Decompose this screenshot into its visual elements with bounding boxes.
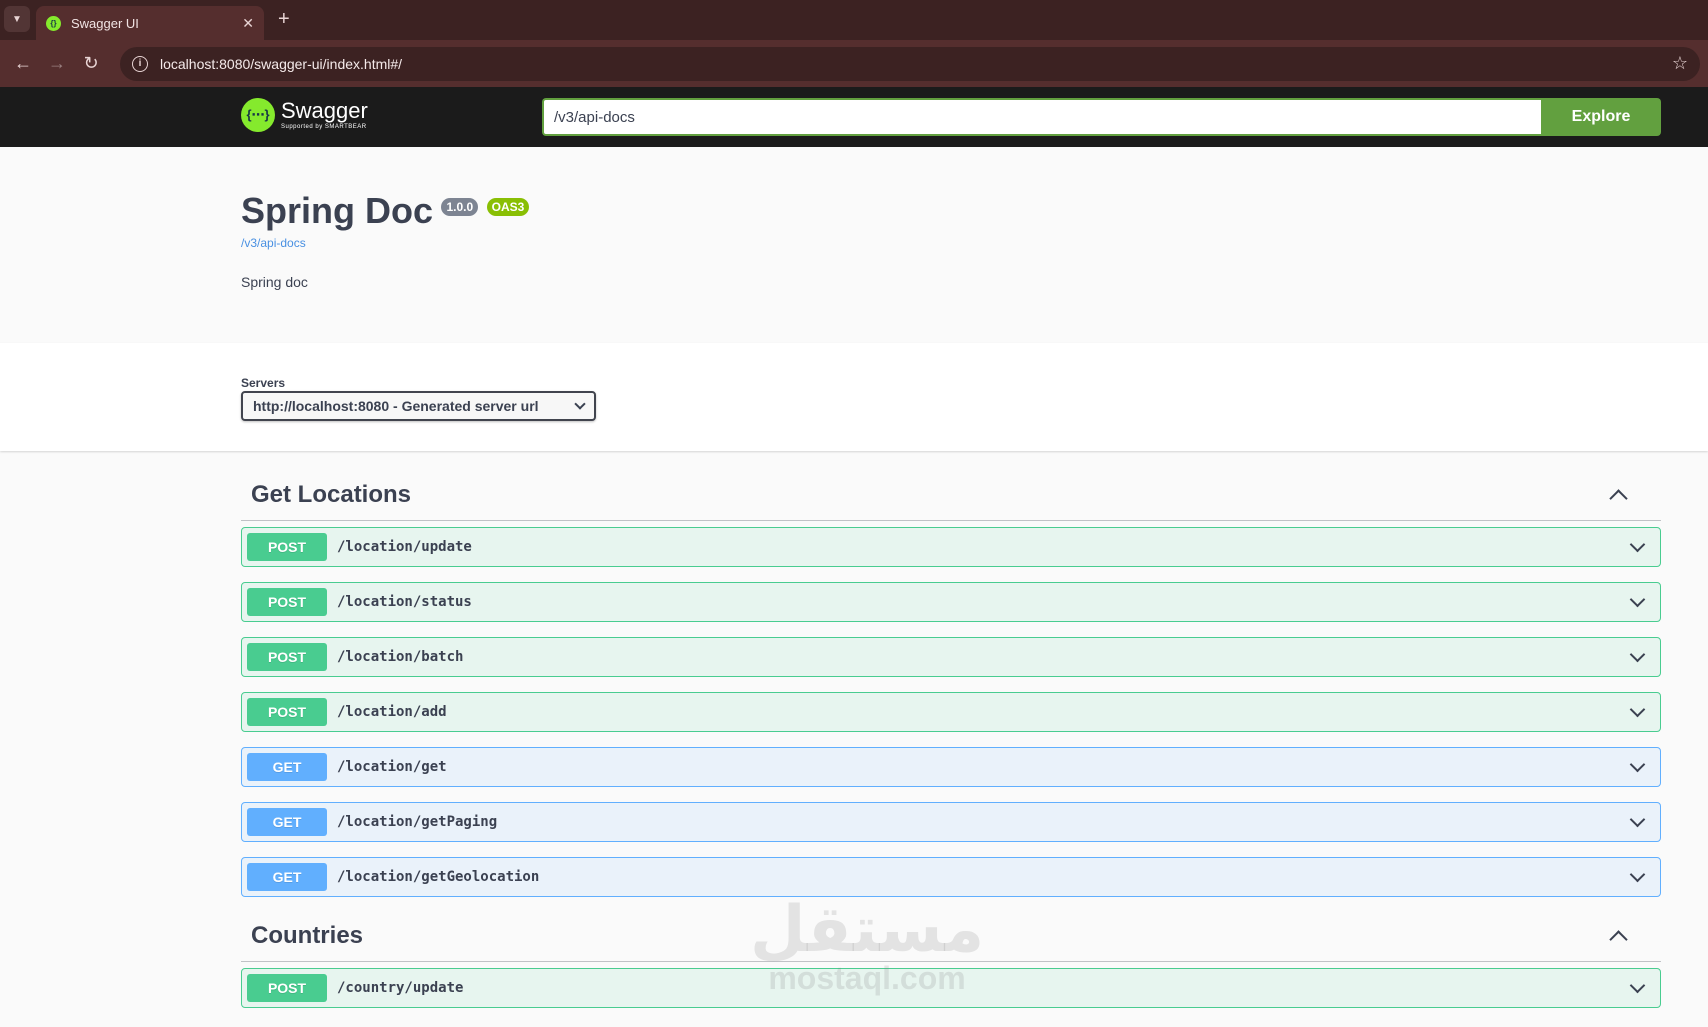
browser-tabbar: ▼ {} Swagger UI ✕ + [0, 0, 1708, 40]
swagger-topbar: {⋯} Swagger Supported by SMARTBEAR Explo… [0, 87, 1708, 147]
logo-title: Swagger [281, 98, 368, 123]
servers-label: Servers [241, 376, 286, 390]
operation-row[interactable]: POST /location/add [241, 692, 1661, 732]
chevron-down-icon[interactable] [1629, 756, 1646, 772]
method-badge: POST [247, 643, 327, 671]
chevron-down-icon[interactable] [1629, 536, 1646, 552]
tag-section-countries: Countries POST /country/update [241, 910, 1661, 1008]
explore-button[interactable]: Explore [1541, 98, 1661, 136]
operation-path: /location/getPaging [337, 814, 498, 830]
method-badge: GET [247, 753, 327, 781]
method-badge: POST [247, 698, 327, 726]
version-badge: 1.0.0 [441, 198, 479, 216]
bookmark-star-icon[interactable]: ☆ [1672, 53, 1688, 74]
method-badge: POST [247, 533, 327, 561]
tab-title: Swagger UI [71, 15, 139, 31]
browser-tab[interactable]: {} Swagger UI ✕ [36, 6, 264, 40]
browser-toolbar: ← → ↻ i localhost:8080/swagger-ui/index.… [0, 40, 1708, 87]
chevron-down-icon [574, 398, 586, 410]
swagger-logo-icon: {⋯} [241, 98, 275, 132]
new-tab-icon[interactable]: + [278, 8, 290, 31]
api-title: Spring Doc [241, 190, 434, 231]
back-icon[interactable]: ← [8, 49, 38, 79]
chevron-down-icon[interactable] [1629, 646, 1646, 662]
servers-select[interactable]: http://localhost:8080 - Generated server… [241, 391, 596, 421]
operation-row[interactable]: GET /location/getPaging [241, 802, 1661, 842]
chevron-down-icon[interactable] [1629, 591, 1646, 607]
chevron-down-icon[interactable] [1629, 866, 1646, 882]
method-badge: GET [247, 808, 327, 836]
servers-section: Servers http://localhost:8080 - Generate… [0, 343, 1708, 451]
operation-path: /location/getGeolocation [337, 869, 540, 885]
operation-path: /location/update [337, 539, 472, 555]
chevron-up-icon[interactable] [1609, 489, 1628, 508]
chevron-down-icon: ▼ [12, 13, 22, 25]
method-badge: GET [247, 863, 327, 891]
swagger-favicon-icon: {} [46, 15, 61, 31]
chevron-down-icon[interactable] [1629, 701, 1646, 717]
site-info-icon[interactable]: i [132, 55, 148, 72]
chevron-down-icon[interactable] [1629, 811, 1646, 827]
method-badge: POST [247, 588, 327, 616]
operation-row[interactable]: POST /country/update [241, 968, 1661, 1008]
tag-header[interactable]: Countries [241, 910, 1661, 962]
operation-row[interactable]: GET /location/get [241, 747, 1661, 787]
tag-title: Countries [251, 921, 364, 949]
operation-path: /country/update [337, 980, 464, 996]
operation-path: /location/batch [337, 649, 464, 665]
tag-header[interactable]: Get Locations [241, 469, 1661, 521]
oas-badge: OAS3 [486, 198, 530, 216]
close-icon[interactable]: ✕ [242, 15, 254, 32]
spec-link[interactable]: /v3/api-docs [241, 236, 1441, 250]
forward-icon[interactable]: → [42, 49, 72, 79]
servers-selected-value: http://localhost:8080 - Generated server… [253, 398, 539, 414]
chevron-down-icon[interactable] [1629, 977, 1646, 993]
tag-title: Get Locations [251, 480, 412, 508]
api-description: Spring doc [241, 274, 308, 290]
logo-subtitle: Supported by SMARTBEAR [281, 124, 367, 130]
operation-row[interactable]: POST /location/batch [241, 637, 1661, 677]
operation-path: /location/add [337, 704, 447, 720]
chevron-up-icon[interactable] [1609, 930, 1628, 949]
swagger-logo[interactable]: {⋯} Swagger Supported by SMARTBEAR [241, 98, 368, 132]
operation-row[interactable]: POST /location/update [241, 527, 1661, 567]
api-info: Spring Doc 1.0.0 OAS3 /v3/api-docs Sprin… [241, 190, 1441, 290]
operation-path: /location/status [337, 594, 472, 610]
spec-url-input[interactable] [542, 98, 1541, 136]
method-badge: POST [247, 974, 327, 1002]
tab-search-button[interactable]: ▼ [4, 6, 30, 32]
reload-icon[interactable]: ↻ [76, 49, 106, 79]
operation-path: /location/get [337, 759, 447, 775]
address-bar[interactable]: i localhost:8080/swagger-ui/index.html#/… [120, 46, 1700, 81]
operation-row[interactable]: POST /location/status [241, 582, 1661, 622]
address-url[interactable]: localhost:8080/swagger-ui/index.html#/ [160, 56, 1672, 72]
tag-section-get-locations: Get Locations POST /location/update POST… [241, 469, 1661, 897]
operation-row[interactable]: GET /location/getGeolocation [241, 857, 1661, 897]
